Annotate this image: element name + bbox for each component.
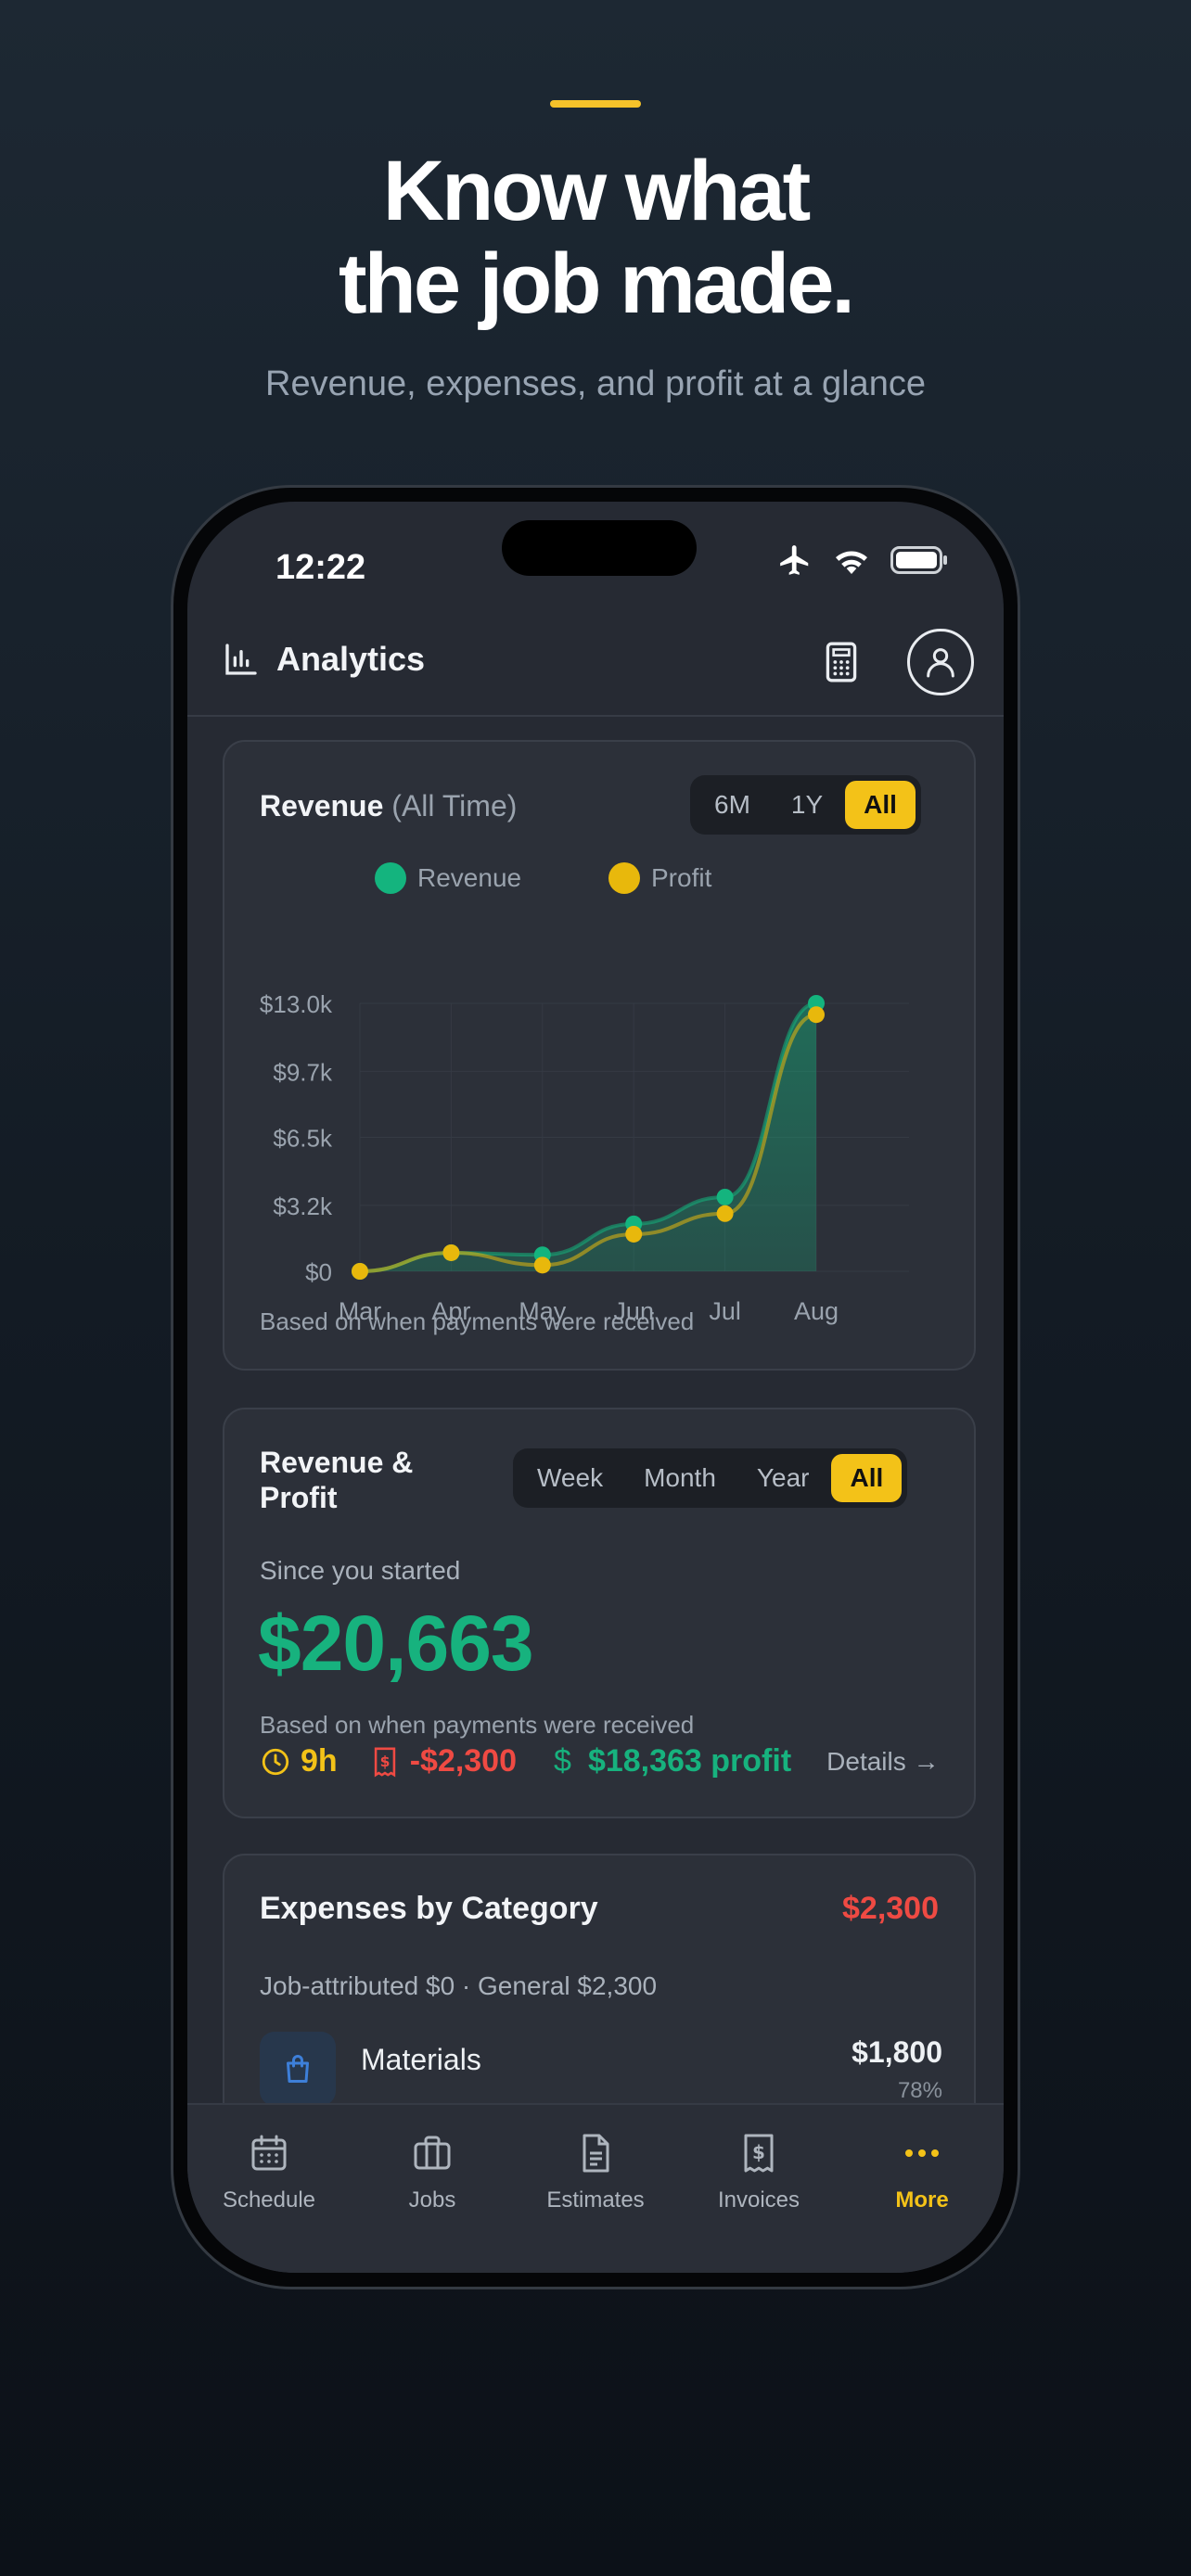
range-all-time[interactable]: All	[831, 1454, 903, 1502]
status-time: 12:22	[275, 548, 366, 587]
marketing-subtitle: Revenue, expenses, and profit at a glanc…	[265, 364, 926, 403]
y-tick-label: $0	[305, 1258, 332, 1286]
materials-percent: 78%	[897, 2078, 942, 2103]
hours-value: 9h	[301, 1743, 338, 1779]
tab-invoices-label: Invoices	[717, 2187, 800, 2213]
revenue-range-selector: 6M 1Y All	[690, 775, 921, 835]
tab-more-label: More	[895, 2187, 949, 2213]
svg-text:$: $	[752, 2141, 765, 2163]
app-bar: Analytics	[187, 608, 1004, 717]
headline-line-1: Know what	[382, 144, 812, 238]
tab-schedule-label: Schedule	[222, 2187, 316, 2213]
revenue-card-title: Revenue (All Time)	[260, 789, 517, 823]
materials-label: Materials	[361, 2043, 481, 2076]
range-year[interactable]: Year	[738, 1454, 828, 1502]
profit-point	[442, 1243, 460, 1261]
range-all[interactable]: All	[845, 781, 916, 829]
expenses-title: Expenses by Category	[260, 1891, 598, 1926]
page-title: Analytics	[276, 640, 426, 678]
dollar-icon: $	[554, 1743, 571, 1779]
status-icons	[777, 542, 948, 578]
range-week[interactable]: Week	[519, 1454, 621, 1502]
document-icon	[583, 2134, 609, 2173]
tab-jobs-label: Jobs	[408, 2187, 456, 2213]
profit-point	[352, 1263, 368, 1280]
wifi-icon	[836, 551, 867, 574]
revenue-chart-card: Revenue (All Time) 6M 1Y All Revenue Pro…	[223, 740, 976, 1371]
range-6m[interactable]: 6M	[696, 781, 769, 829]
profit-value: $18,363 profit	[587, 1743, 792, 1779]
legend-profit: Profit	[608, 862, 711, 894]
profit-card-title: Revenue & Profit	[260, 1445, 413, 1515]
profile-button[interactable]	[907, 629, 974, 695]
headline-line-2: the job made.	[339, 236, 855, 331]
profit-point	[625, 1225, 643, 1243]
revenue-profit-card: Revenue & Profit Week Month Year All Sin…	[223, 1408, 976, 1818]
clock-icon	[262, 1748, 289, 1775]
legend-revenue-label: Revenue	[417, 863, 522, 892]
receipt-icon: $	[744, 2134, 774, 2173]
more-icon	[905, 2149, 939, 2157]
accent-bar	[550, 100, 641, 108]
bottom-tab-bar: Schedule Jobs Estimates $ Invoices More	[187, 2103, 1004, 2273]
y-tick-label: $3.2k	[273, 1192, 333, 1220]
tab-invoices[interactable]: $ Invoices	[677, 2131, 840, 2213]
calculator-button[interactable]	[818, 639, 864, 690]
x-tick-label: Aug	[794, 1297, 839, 1325]
shopping-bag-icon	[287, 2055, 309, 2083]
revenue-point	[716, 1188, 734, 1205]
revenue-title: Revenue	[260, 789, 384, 823]
profit-title-line-1: Revenue &	[260, 1446, 414, 1479]
tab-schedule[interactable]: Schedule	[187, 2131, 351, 2213]
profit-point	[533, 1256, 551, 1274]
dynamic-island	[502, 520, 697, 576]
svg-text:$: $	[379, 1753, 390, 1769]
legend-revenue-dot	[375, 862, 406, 894]
profile-icon	[927, 648, 954, 678]
materials-amount: $1,800	[852, 2035, 942, 2069]
profit-point	[808, 1006, 825, 1024]
y-tick-label: $13.0k	[260, 990, 333, 1018]
phone-screen: 12:22 Analytics Revenue (All Time) 6M 1Y…	[187, 502, 1004, 2273]
legend-profit-dot	[608, 862, 640, 894]
expenses-total: $2,300	[842, 1891, 939, 1926]
y-tick-label: $6.5k	[273, 1125, 333, 1153]
profit-title-line-2: Profit	[260, 1481, 338, 1514]
briefcase-icon	[414, 2136, 451, 2170]
tab-jobs[interactable]: Jobs	[351, 2131, 514, 2213]
revenue-line-chart: $13.0k$9.7k$6.5k$3.2k$0Mar Apr May Jun Jul Au…	[260, 990, 909, 1325]
expense-receipt-icon: $	[374, 1747, 395, 1778]
app-bar-title-group: Analytics	[223, 640, 425, 679]
profit-note: Based on when payments were received	[260, 1711, 695, 1739]
tab-estimates-label: Estimates	[546, 2187, 645, 2213]
summary-row: 9h $ -$2,300 $ $18,363 profit Details →	[260, 1743, 940, 1779]
since-label: Since you started	[260, 1556, 461, 1585]
details-link[interactable]: Details →	[826, 1747, 939, 1777]
legend-profit-label: Profit	[651, 863, 712, 892]
x-tick-label: Jul	[709, 1297, 741, 1325]
range-month[interactable]: Month	[625, 1454, 735, 1502]
revenue-note: Based on when payments were received	[260, 1307, 695, 1335]
total-revenue: $20,663	[258, 1600, 534, 1687]
expense-row-materials[interactable]: Materials $1,800 78%	[260, 2032, 942, 2106]
calculator-icon	[826, 642, 857, 682]
calendar-icon	[251, 2135, 287, 2171]
phone-frame: 12:22 Analytics Revenue (All Time) 6M 1Y…	[171, 485, 1020, 2289]
expenses-value: -$2,300	[409, 1743, 518, 1779]
profit-range-selector: Week Month Year All	[513, 1448, 908, 1508]
materials-icon-tile	[260, 2032, 336, 2106]
legend-revenue: Revenue	[375, 862, 521, 894]
expenses-subtitle: Job-attributed $0 · General $2,300	[260, 1971, 658, 2000]
tab-estimates[interactable]: Estimates	[514, 2131, 677, 2213]
bar-chart-icon	[225, 644, 257, 675]
battery-icon	[890, 546, 947, 574]
y-tick-label: $9.7k	[273, 1058, 333, 1086]
tab-more[interactable]: More	[840, 2131, 1004, 2213]
airplane-icon	[780, 545, 809, 575]
range-1y[interactable]: 1Y	[773, 781, 841, 829]
revenue-title-suffix: (All Time)	[391, 789, 518, 823]
profit-point	[716, 1205, 734, 1222]
